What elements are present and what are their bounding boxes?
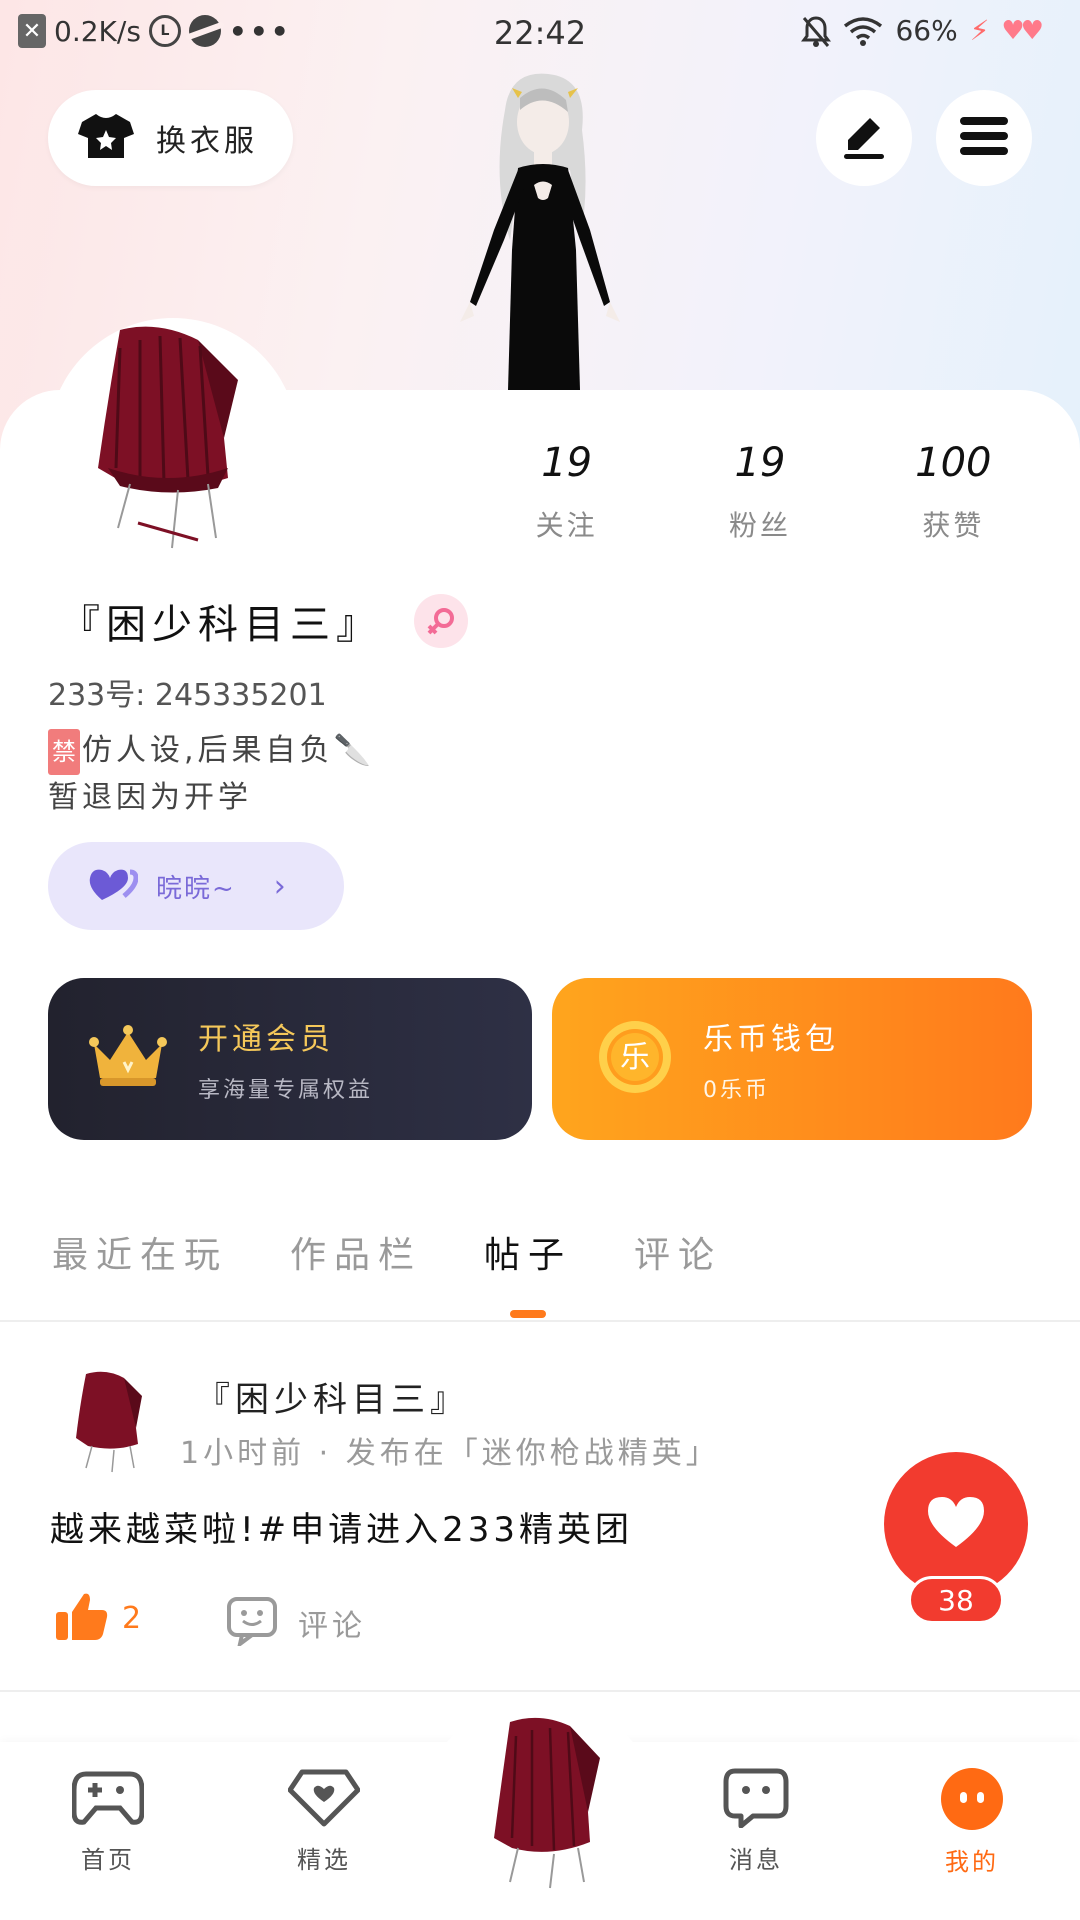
profile-stats: 19 关注 19 粉丝 100 获赞 bbox=[470, 440, 1050, 544]
profile-face-icon bbox=[939, 1768, 1005, 1834]
profile-avatar[interactable] bbox=[48, 318, 298, 568]
comment-icon bbox=[226, 1596, 278, 1650]
gamepad-icon bbox=[71, 1768, 145, 1832]
battery-level: 66% bbox=[895, 14, 958, 47]
wifi-icon bbox=[843, 16, 883, 46]
tab-recently-played[interactable]: 最近在玩 bbox=[52, 1226, 228, 1278]
mood-status-text: 晥晥~ bbox=[156, 873, 236, 904]
tab-posts[interactable]: 帖子 bbox=[484, 1226, 572, 1278]
active-tab-indicator bbox=[510, 1310, 546, 1318]
vip-membership-card[interactable]: 开通会员 享海量专属权益 bbox=[48, 978, 532, 1140]
nav-featured[interactable]: 精选 bbox=[264, 1768, 384, 1875]
pen-icon bbox=[840, 112, 888, 164]
charging-icon: ⚡ bbox=[969, 14, 990, 47]
following-count: 19 bbox=[541, 440, 593, 486]
user-id: 233号: 245335201 bbox=[48, 678, 327, 713]
nav-center-avatar[interactable] bbox=[470, 1712, 620, 1890]
vip-title: 开通会员 bbox=[198, 1022, 334, 1057]
hearts-mood-icon bbox=[88, 866, 139, 906]
wallet-title: 乐币钱包 bbox=[703, 1022, 839, 1057]
likes-count: 100 bbox=[915, 440, 992, 486]
nav-messages[interactable]: 消息 bbox=[696, 1768, 816, 1875]
coin-glyph: 乐 bbox=[620, 1040, 650, 1075]
tab-works[interactable]: 作品栏 bbox=[290, 1226, 422, 1278]
comment-button[interactable]: 评论 bbox=[226, 1596, 366, 1650]
avatar-character-image[interactable] bbox=[430, 70, 650, 400]
change-outfit-label: 换衣服 bbox=[156, 124, 258, 159]
following-label: 关注 bbox=[535, 509, 598, 542]
coin-wallet-card[interactable]: 乐 乐币钱包 0乐币 bbox=[552, 978, 1032, 1140]
like-button[interactable]: 2 bbox=[56, 1592, 141, 1644]
post-content[interactable]: 越来越菜啦!#申请进入233精英团 bbox=[50, 1502, 633, 1551]
heart-diamond-icon bbox=[287, 1768, 361, 1832]
nav-profile-label: 我的 bbox=[945, 1848, 999, 1876]
female-gender-icon bbox=[414, 594, 468, 648]
bio-line-1: 仿人设,后果自负🔪 bbox=[82, 733, 375, 768]
bio: 禁仿人设,后果自负🔪 暂退因为开学 bbox=[48, 728, 375, 821]
profile-tabs: 最近在玩 作品栏 帖子 评论 bbox=[52, 1226, 722, 1278]
post-author-name[interactable]: 『困少科目三』 bbox=[196, 1372, 469, 1421]
followers-count: 19 bbox=[734, 440, 786, 486]
comment-label: 评论 bbox=[298, 1609, 366, 1644]
nickname-row: 『困少科目三』 bbox=[60, 592, 468, 650]
crown-icon bbox=[88, 1022, 168, 1096]
divider bbox=[0, 1690, 1080, 1692]
tab-comments[interactable]: 评论 bbox=[634, 1226, 722, 1278]
nav-profile[interactable]: 我的 bbox=[912, 1768, 1032, 1877]
thumbs-up-icon bbox=[56, 1592, 108, 1644]
followers-stat[interactable]: 19 粉丝 bbox=[663, 440, 856, 544]
hearts-icon: ♥♥ bbox=[1001, 15, 1044, 46]
nav-home-label: 首页 bbox=[81, 1846, 135, 1874]
vip-subtitle: 享海量专属权益 bbox=[198, 1078, 374, 1103]
followers-label: 粉丝 bbox=[728, 509, 791, 542]
menu-button[interactable] bbox=[936, 90, 1032, 186]
bio-line-2: 暂退因为开学 bbox=[48, 780, 252, 815]
like-count: 2 bbox=[122, 1600, 142, 1636]
nickname: 『困少科目三』 bbox=[60, 602, 382, 648]
bell-muted-icon bbox=[801, 15, 832, 47]
change-outfit-button[interactable]: 换衣服 bbox=[48, 90, 293, 186]
status-bar: ✕ 0.2K/s L ••• 22:42 66% ⚡ ♥♥ bbox=[0, 0, 1080, 70]
divider bbox=[0, 1320, 1080, 1322]
chevron-right-icon: › bbox=[273, 868, 286, 904]
hamburger-menu-icon bbox=[960, 115, 1008, 161]
coin-icon: 乐 bbox=[597, 1019, 673, 1099]
mood-status-button[interactable]: 晥晥~ › bbox=[48, 842, 344, 930]
heart-count-badge: 38 bbox=[908, 1576, 1004, 1624]
nav-home[interactable]: 首页 bbox=[48, 1768, 168, 1875]
ban-tag: 禁 bbox=[48, 729, 80, 775]
nav-featured-label: 精选 bbox=[297, 1846, 351, 1874]
likes-label: 获赞 bbox=[922, 509, 985, 542]
post-meta: 1小时前 · 发布在「迷你枪战精英」 bbox=[180, 1436, 720, 1471]
message-icon bbox=[723, 1768, 789, 1832]
tshirt-icon bbox=[78, 112, 134, 164]
likes-stat[interactable]: 100 获赞 bbox=[857, 440, 1050, 544]
nav-messages-label: 消息 bbox=[729, 1846, 783, 1874]
heart-floating-button[interactable] bbox=[884, 1452, 1028, 1596]
edit-profile-button[interactable] bbox=[816, 90, 912, 186]
wallet-balance: 0乐币 bbox=[703, 1078, 770, 1103]
following-stat[interactable]: 19 关注 bbox=[470, 440, 663, 544]
post-author-avatar[interactable] bbox=[56, 1368, 166, 1478]
heart-icon bbox=[926, 1495, 986, 1553]
